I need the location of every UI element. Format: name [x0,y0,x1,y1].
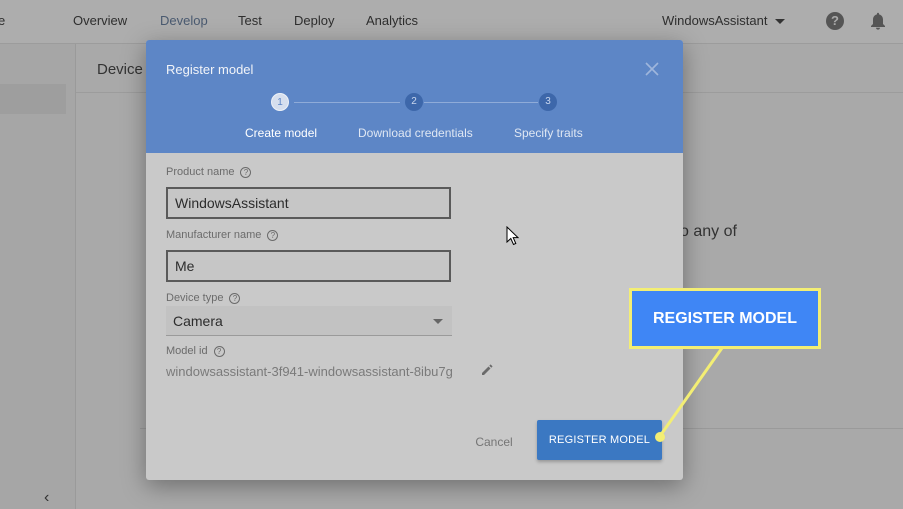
step-2-label: Download credentials [358,126,473,140]
device-type-value: Camera [173,313,223,329]
question-mark-icon[interactable]: ? [826,12,844,30]
close-icon[interactable] [643,60,661,78]
callout-text: REGISTER MODEL [652,310,797,327]
model-id-label: Model id? [166,345,225,357]
manufacturer-name-input[interactable] [166,250,451,282]
chevron-down-icon [775,19,786,25]
help-icon[interactable]: ? [229,292,241,304]
step-connector [294,102,400,103]
pencil-icon[interactable] [480,363,494,377]
page-title: Device [97,61,143,78]
nav-develop[interactable]: Develop [160,13,208,28]
model-id-label-text: Model id [166,345,208,357]
nav-overview[interactable]: Overview [73,13,127,28]
device-type-label: Device type? [166,292,241,304]
step-1-label: Create model [245,126,318,140]
device-type-label-text: Device type [166,292,224,304]
nav-test[interactable]: Test [238,13,262,28]
mouse-cursor-icon [506,226,520,246]
register-model-button[interactable]: REGISTER MODEL [537,420,662,460]
dialog-header: Register model 1 2 3 Create model Downlo… [146,40,683,153]
nav-analytics[interactable]: Analytics [366,13,418,28]
step-2-circle: 2 [405,93,423,111]
product-name-input[interactable] [166,187,451,219]
nav-partial-label: e [0,13,6,28]
help-icon[interactable]: ? [213,345,225,357]
step-connector [424,102,538,103]
sidebar-selected-item[interactable] [0,84,66,114]
product-name-label-text: Product name [166,166,235,178]
manufacturer-name-label: Manufacturer name? [166,229,279,241]
step-3-circle: 3 [539,93,557,111]
step-1-circle: 1 [271,93,289,111]
product-name-label: Product name? [166,166,252,178]
device-type-select[interactable]: Camera [166,306,452,336]
nav-deploy[interactable]: Deploy [294,13,334,28]
model-id-value: windowsassistant-3f941-windowsassistant-… [166,364,453,379]
register-model-dialog: Register model 1 2 3 Create model Downlo… [146,40,683,480]
project-selector[interactable]: WindowsAssistant [662,13,786,28]
step-3-label: Specify traits [514,126,583,140]
manufacturer-name-label-text: Manufacturer name [166,229,262,241]
chevron-left-icon[interactable]: ‹ [44,489,49,507]
chevron-down-icon [433,319,443,324]
dialog-title: Register model [166,62,254,77]
help-icon[interactable]: ? [240,166,252,178]
background-text: o any of [680,223,737,240]
stepper: 1 2 3 Create model Download credentials … [146,92,683,142]
cancel-button[interactable]: Cancel [464,430,524,454]
top-navigation: e Overview Develop Test Deploy Analytics… [0,0,903,44]
project-name: WindowsAssistant [662,13,768,28]
left-sidebar: ‹ [0,44,76,509]
register-model-callout: REGISTER MODEL [629,288,821,349]
bell-icon[interactable] [870,12,886,30]
help-icon[interactable]: ? [267,229,279,241]
